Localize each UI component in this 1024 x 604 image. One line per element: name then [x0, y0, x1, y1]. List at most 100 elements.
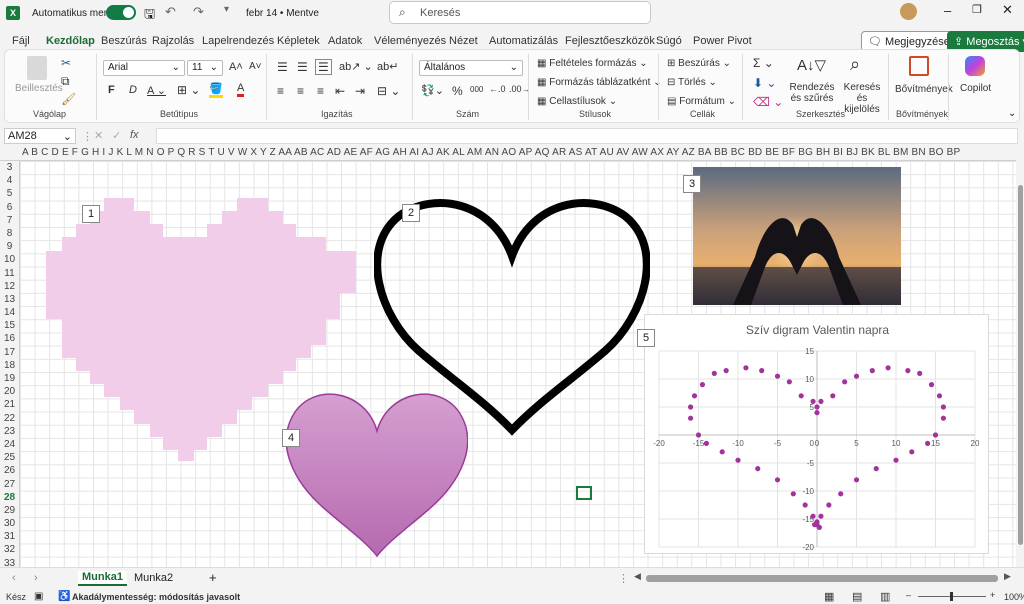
tab-draw[interactable]: Rajzolás — [152, 35, 194, 47]
merge-center-icon[interactable]: ⊟ ⌄ — [377, 84, 400, 98]
wrap-text-icon[interactable]: ab↵ — [377, 60, 398, 73]
tab-page-layout[interactable]: Lapelrendezés — [202, 35, 274, 47]
sheet-tab-munka2[interactable]: Munka2 — [134, 572, 173, 584]
minimize-icon[interactable]: – — [944, 3, 951, 18]
zoom-in-icon[interactable]: + — [990, 590, 995, 600]
restore-icon[interactable]: ❐ — [972, 3, 982, 16]
row-header[interactable]: 10 — [0, 253, 19, 266]
tab-developer[interactable]: Fejlesztőeszközök — [565, 35, 655, 47]
bold-button[interactable]: F — [108, 84, 115, 96]
row-header[interactable]: 32 — [0, 543, 19, 556]
label-3[interactable]: 3 — [683, 175, 701, 193]
horizontal-scroll-thumb[interactable] — [646, 575, 998, 582]
increase-font-icon[interactable]: A˄ — [229, 61, 243, 73]
format-painter-icon[interactable]: 🖌 — [61, 92, 76, 106]
row-header[interactable]: 20 — [0, 385, 19, 398]
sheet-tab-munka1[interactable]: Munka1 — [78, 571, 127, 586]
row-header[interactable]: 27 — [0, 478, 19, 491]
row-header[interactable]: 11 — [0, 267, 19, 280]
number-format-select[interactable]: Általános ⌄ — [419, 60, 523, 76]
row-header[interactable]: 7 — [0, 214, 19, 227]
percent-icon[interactable]: % — [452, 84, 463, 98]
close-icon[interactable]: ✕ — [1002, 2, 1013, 18]
row-header[interactable]: 22 — [0, 412, 19, 425]
accessibility-icon[interactable]: ♿ — [58, 591, 70, 602]
autosave-toggle[interactable] — [106, 5, 136, 20]
copilot-icon[interactable] — [965, 56, 985, 76]
prev-sheet-icon[interactable]: ‹ — [12, 572, 16, 584]
find-select-button[interactable]: Keresés és kijelölés — [839, 82, 885, 115]
enter-icon[interactable]: ✓ — [112, 129, 121, 142]
align-center-icon[interactable]: ≡ — [297, 84, 304, 98]
row-header[interactable]: 14 — [0, 306, 19, 319]
tab-automate[interactable]: Automatizálás — [489, 35, 558, 47]
next-sheet-icon[interactable]: › — [34, 572, 38, 584]
tabs-more-icon[interactable]: ⋮ — [618, 572, 629, 585]
save-icon[interactable]: 🖫 — [144, 5, 155, 27]
avatar[interactable] — [900, 3, 917, 20]
font-name-select[interactable]: Arial ⌄ — [103, 60, 185, 76]
cell-styles-button[interactable]: ▦ Cellastílusok ⌄ — [537, 96, 617, 107]
row-header[interactable]: 31 — [0, 530, 19, 543]
fill-icon[interactable]: ⬇ ⌄ — [753, 76, 776, 90]
label-5[interactable]: 5 — [637, 329, 655, 347]
row-header[interactable]: 4 — [0, 174, 19, 187]
page-layout-view-icon[interactable]: ▤ — [852, 590, 862, 603]
tab-formulas[interactable]: Képletek — [277, 35, 320, 47]
row-header[interactable]: 8 — [0, 227, 19, 240]
fill-color-icon[interactable]: 🪣 — [209, 82, 223, 98]
label-4[interactable]: 4 — [282, 429, 300, 447]
row-header[interactable]: 5 — [0, 187, 19, 200]
heart-hands-photo[interactable] — [693, 167, 901, 305]
row-header[interactable]: 30 — [0, 517, 19, 530]
font-size-select[interactable]: 11 ⌄ — [187, 60, 223, 76]
tab-file[interactable]: Fájl — [12, 35, 30, 47]
redo-icon[interactable]: ↷ — [193, 4, 204, 20]
align-middle-icon[interactable]: ☰ — [297, 60, 308, 74]
borders-icon[interactable]: ⊞ ⌄ — [177, 83, 200, 97]
find-icon[interactable]: ⌕ — [850, 54, 860, 75]
cut-icon[interactable]: ✂ — [61, 56, 71, 70]
zoom-level[interactable]: 100% — [1004, 592, 1024, 602]
zoom-slider-handle[interactable] — [950, 592, 953, 601]
insert-cells-button[interactable]: ⊞ Beszúrás ⌄ — [667, 58, 731, 69]
selected-cell[interactable] — [576, 486, 592, 500]
paste-button[interactable]: Beillesztés — [15, 83, 63, 94]
collapse-ribbon-icon[interactable]: ⌄ — [1008, 108, 1016, 119]
tab-review[interactable]: Véleményezés — [374, 35, 446, 47]
row-header[interactable]: 23 — [0, 425, 19, 438]
comma-style-icon[interactable]: 000 — [470, 85, 483, 94]
sort-filter-icon[interactable]: A↓▽ — [797, 56, 826, 74]
file-name[interactable]: febr 14 • Mentve — [246, 8, 319, 19]
accessibility-status[interactable]: Akadálymentesség: módosítás javasolt — [72, 592, 240, 602]
name-box[interactable]: AM28 ⌄ — [4, 128, 76, 144]
orientation-icon[interactable]: ab↗ ⌄ — [339, 60, 373, 73]
addins-icon[interactable] — [909, 56, 929, 76]
addins-button[interactable]: Bővítmények — [895, 84, 953, 95]
add-sheet-button[interactable]: + — [209, 570, 217, 585]
row-header[interactable]: 29 — [0, 504, 19, 517]
row-header[interactable]: 13 — [0, 293, 19, 306]
align-left-icon[interactable]: ≡ — [277, 84, 284, 98]
row-header[interactable]: 26 — [0, 464, 19, 477]
increase-indent-icon[interactable]: ⇥ — [355, 84, 365, 98]
clear-icon[interactable]: ⌫ ⌄ — [753, 95, 783, 109]
cancel-icon[interactable]: ✕ — [94, 129, 103, 142]
row-header[interactable]: 3 — [0, 161, 19, 174]
align-right-icon[interactable]: ≡ — [317, 84, 324, 98]
tab-power-pivot[interactable]: Power Pivot — [693, 35, 752, 47]
row-header[interactable]: 18 — [0, 359, 19, 372]
increase-decimal-icon[interactable]: ←.0 — [489, 84, 506, 94]
row-header[interactable]: 17 — [0, 346, 19, 359]
row-header[interactable]: 24 — [0, 438, 19, 451]
tab-help[interactable]: Súgó — [656, 35, 682, 47]
function-icon[interactable]: fx — [130, 129, 139, 141]
tab-data[interactable]: Adatok — [328, 35, 362, 47]
conditional-format-button[interactable]: ▦ Feltételes formázás ⌄ — [537, 58, 648, 69]
autosum-icon[interactable]: Σ ⌄ — [753, 56, 774, 70]
label-2[interactable]: 2 — [402, 204, 420, 222]
row-header[interactable]: 21 — [0, 398, 19, 411]
undo-icon[interactable]: ↶ — [165, 4, 176, 20]
font-color-icon[interactable]: A — [237, 82, 245, 97]
macro-icon[interactable]: ▣ — [34, 591, 43, 602]
